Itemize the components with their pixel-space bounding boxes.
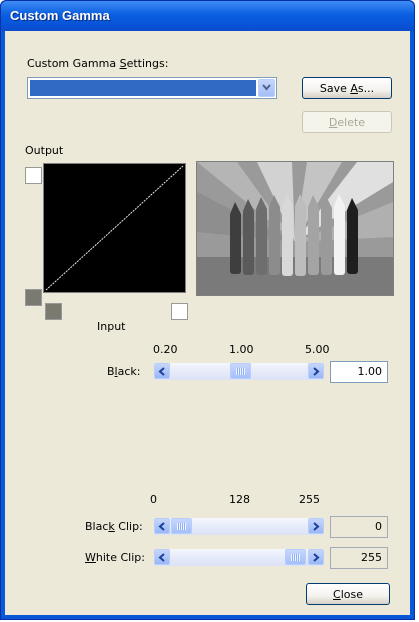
white-clip-label: White Clip: bbox=[85, 551, 145, 564]
black-scale-mid: 1.00 bbox=[229, 343, 254, 356]
output-white-point[interactable] bbox=[25, 167, 42, 184]
delete-button[interactable]: Delete bbox=[302, 111, 392, 133]
black-scale-max: 5.00 bbox=[305, 343, 330, 356]
clip-scale-max: 255 bbox=[299, 493, 320, 506]
black-clip-label: Black Clip: bbox=[85, 520, 143, 533]
chevron-down-icon[interactable] bbox=[258, 79, 275, 97]
chevron-right-icon[interactable] bbox=[308, 518, 324, 534]
chevron-left-icon[interactable] bbox=[154, 363, 170, 379]
black-clip-slider-thumb[interactable] bbox=[171, 518, 192, 534]
chevron-right-icon[interactable] bbox=[308, 363, 324, 379]
close-button[interactable]: Close bbox=[306, 583, 390, 605]
title-bar[interactable]: Custom Gamma bbox=[1, 1, 414, 31]
clip-scale-min: 0 bbox=[150, 493, 157, 506]
settings-label: Custom Gamma Settings: bbox=[27, 57, 169, 70]
white-clip-slider-thumb[interactable] bbox=[285, 549, 306, 565]
save-as-button[interactable]: Save As... bbox=[302, 77, 392, 99]
output-black-point[interactable] bbox=[25, 289, 42, 306]
chevron-left-icon[interactable] bbox=[154, 518, 170, 534]
input-white-point[interactable] bbox=[171, 303, 188, 320]
preview-image bbox=[196, 161, 394, 296]
dropdown-selected-value bbox=[30, 80, 256, 96]
chevron-right-icon[interactable] bbox=[308, 549, 324, 565]
black-clip-slider[interactable] bbox=[154, 518, 324, 535]
white-clip-slider[interactable] bbox=[154, 549, 324, 566]
custom-gamma-window: Custom Gamma Custom Gamma Settings: Save… bbox=[0, 0, 415, 620]
window-title: Custom Gamma bbox=[10, 8, 110, 23]
chevron-left-icon[interactable] bbox=[154, 549, 170, 565]
input-black-point[interactable] bbox=[45, 303, 62, 320]
black-scale-min: 0.20 bbox=[153, 343, 178, 356]
input-axis-label: Input bbox=[97, 320, 126, 333]
output-axis-label: Output bbox=[25, 144, 64, 157]
gamma-curve-graph[interactable] bbox=[43, 163, 186, 293]
clip-scale-mid: 128 bbox=[229, 493, 250, 506]
white-clip-value-field: 255 bbox=[330, 547, 388, 569]
gamma-settings-dropdown[interactable] bbox=[27, 77, 277, 99]
black-label: Black: bbox=[107, 365, 141, 378]
gamma-curve-line bbox=[45, 165, 184, 291]
dialog-body: Custom Gamma Settings: Save As... Delete… bbox=[5, 31, 410, 615]
black-slider-thumb[interactable] bbox=[230, 363, 251, 379]
black-value-field[interactable]: 1.00 bbox=[330, 361, 388, 383]
black-slider[interactable] bbox=[154, 363, 324, 380]
black-clip-value-field: 0 bbox=[330, 516, 388, 538]
